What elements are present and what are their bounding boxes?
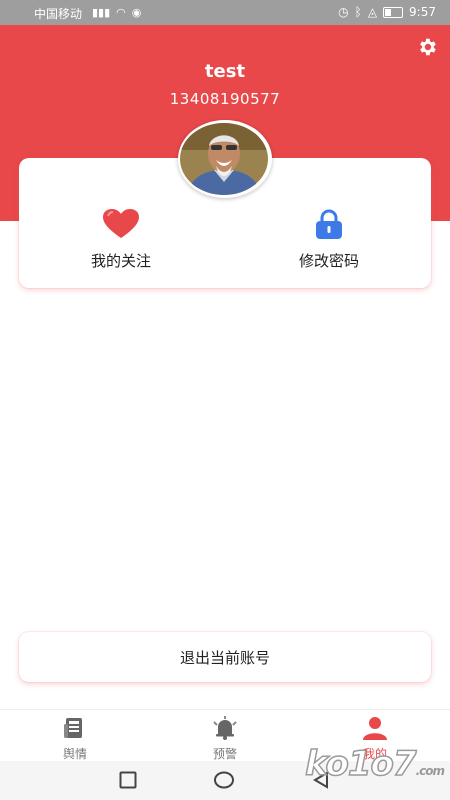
battery-icon: [383, 6, 404, 18]
status-right: ◷ ᛒ ◬ 9:57: [338, 5, 436, 19]
watermark-logo: ko1o7.com: [304, 743, 445, 785]
watermark-suffix: .com: [415, 764, 445, 778]
person-icon: [363, 717, 387, 740]
heart-icon: [103, 209, 139, 238]
change-password-button[interactable]: 修改密码: [249, 208, 409, 271]
avatar-image: [180, 123, 268, 195]
home-button[interactable]: [214, 771, 234, 793]
circle-icon: [214, 771, 234, 789]
bell-icon: [213, 716, 237, 740]
watermark-text: ko1o7: [304, 743, 417, 785]
phone-number: 13408190577: [169, 90, 281, 108]
time-label: 9:57: [409, 5, 436, 19]
status-bar: 中国移动 ▮▮▮ ◠ ◉ ◷ ᛒ ◬ 9:57: [0, 0, 450, 25]
logout-button[interactable]: 退出当前账号: [19, 632, 431, 682]
avatar[interactable]: [176, 120, 272, 196]
gear-icon: [420, 38, 436, 56]
alarm-icon: ◷: [338, 5, 349, 19]
tab-warning[interactable]: 预警: [175, 716, 275, 762]
recent-apps-button[interactable]: [119, 771, 137, 793]
tab-warning-label: 预警: [212, 747, 237, 761]
change-password-label: 修改密码: [298, 252, 359, 270]
mute-icon: ◬: [367, 5, 378, 19]
my-follow-label: 我的关注: [90, 252, 151, 270]
tab-news[interactable]: 舆情: [25, 716, 125, 762]
lock-icon: [316, 209, 342, 239]
wifi-icon: ◠: [116, 6, 126, 19]
carrier-label: 中国移动: [34, 7, 83, 21]
status-icons: ▮▮▮ ◠ ◉: [92, 6, 141, 19]
my-follow-button[interactable]: 我的关注: [41, 208, 201, 271]
signal-icon: ▮▮▮: [92, 6, 111, 19]
tab-news-label: 舆情: [62, 747, 87, 761]
username: test: [204, 61, 246, 82]
settings-button[interactable]: [416, 36, 438, 58]
chat-icon: ◉: [131, 6, 142, 19]
bluetooth-icon: ᛒ: [354, 5, 362, 19]
square-icon: [119, 771, 137, 789]
newspaper-icon: [64, 718, 82, 738]
